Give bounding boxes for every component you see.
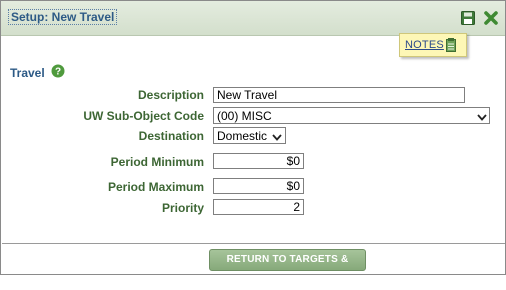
sub-object-code-label: UW Sub-Object Code [83, 109, 204, 123]
close-icon[interactable] [483, 10, 499, 26]
chevron-down-icon [272, 131, 282, 141]
title-bar: Setup: New Travel [1, 1, 505, 36]
notes-button[interactable]: NOTES [399, 33, 467, 57]
priority-label: Priority [161, 201, 204, 215]
period-minimum-field[interactable] [213, 153, 304, 169]
footer-divider [2, 243, 505, 244]
help-icon[interactable]: ? [51, 64, 65, 78]
description-field[interactable] [213, 87, 465, 103]
priority-field[interactable] [213, 199, 304, 215]
dialog-title: Setup: New Travel [7, 9, 118, 25]
destination-label: Destination [138, 129, 204, 143]
setup-dialog: Setup: New Travel NOTES Travel ? Descrip… [0, 0, 506, 285]
sub-object-code-value: (00) MISC [217, 109, 272, 123]
section-title: Travel [10, 66, 45, 80]
destination-select[interactable]: Domestic [213, 127, 286, 144]
period-minimum-label: Period Minimum [110, 155, 204, 169]
destination-value: Domestic [217, 129, 268, 143]
svg-text:?: ? [55, 67, 61, 78]
period-maximum-field[interactable] [213, 178, 304, 194]
description-label: Description [137, 88, 204, 102]
period-maximum-label: Period Maximum [107, 180, 204, 194]
chevron-down-icon [477, 111, 487, 121]
return-to-targets-button[interactable]: RETURN TO TARGETS & LIMITS [209, 249, 366, 285]
notes-label: NOTES [405, 39, 444, 51]
sub-object-code-select[interactable]: (00) MISC [213, 107, 490, 124]
save-icon[interactable] [461, 11, 475, 25]
notepad-icon [446, 38, 456, 52]
